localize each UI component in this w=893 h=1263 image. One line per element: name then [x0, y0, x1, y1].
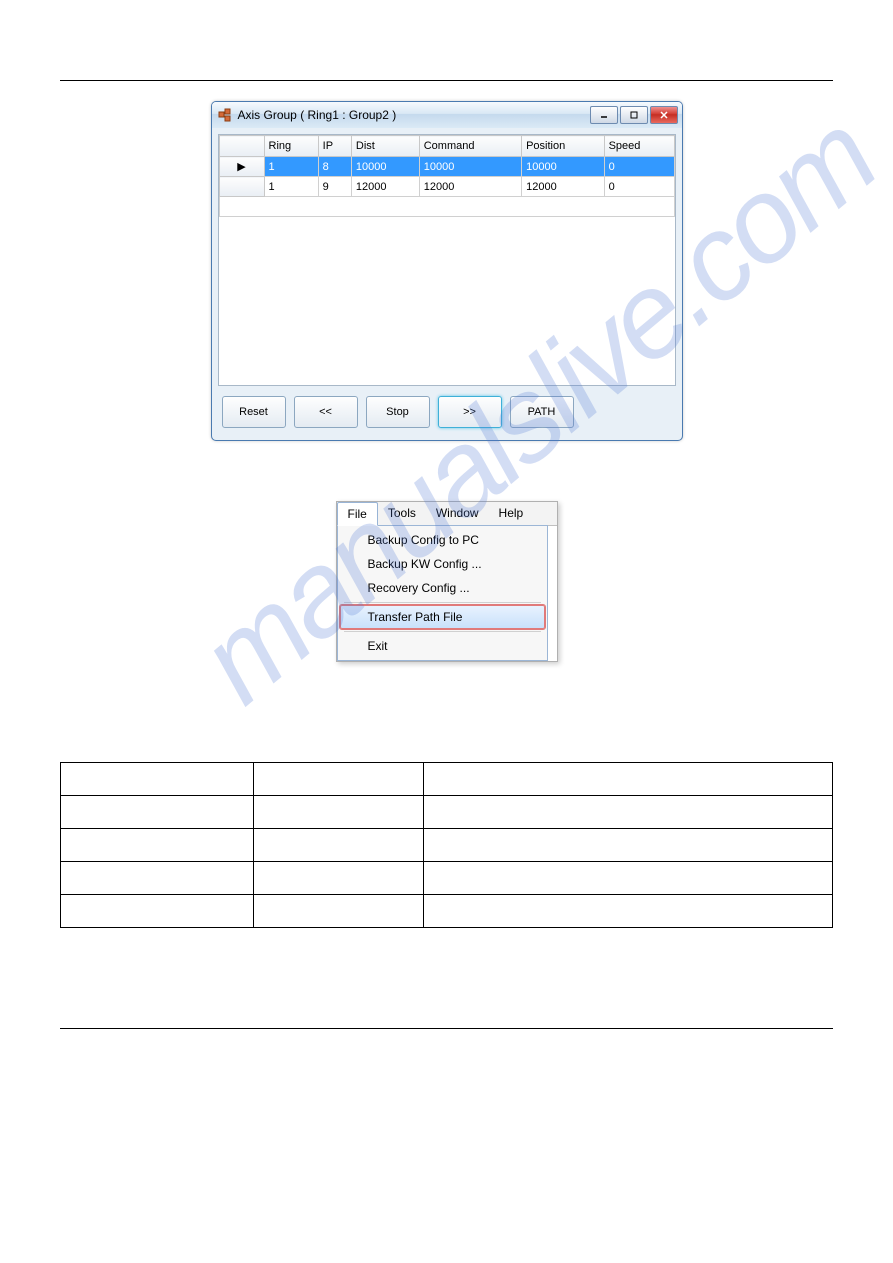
window-title: Axis Group ( Ring1 : Group2 ): [238, 108, 590, 122]
top-rule: [60, 80, 833, 81]
menu-backup-kw-config[interactable]: Backup KW Config ...: [340, 552, 545, 576]
cell-ring[interactable]: 1: [264, 157, 318, 177]
grid-empty-area: [219, 197, 674, 217]
maximize-button[interactable]: [620, 106, 648, 124]
cell-dist[interactable]: 10000: [351, 157, 419, 177]
titlebar[interactable]: Axis Group ( Ring1 : Group2 ): [212, 102, 682, 128]
cell-command[interactable]: 10000: [419, 157, 521, 177]
minimize-button[interactable]: [590, 106, 618, 124]
cell-ring[interactable]: 1: [264, 177, 318, 197]
forward-button[interactable]: >>: [438, 396, 502, 428]
table-row[interactable]: ▶ 1 8 10000 10000 10000 0: [219, 157, 674, 177]
grid-header-command[interactable]: Command: [419, 136, 521, 157]
grid-header-speed[interactable]: Speed: [604, 136, 674, 157]
cell-ip[interactable]: 8: [318, 157, 351, 177]
close-button[interactable]: [650, 106, 678, 124]
back-button[interactable]: <<: [294, 396, 358, 428]
menu-tools[interactable]: Tools: [378, 502, 426, 525]
menu-window[interactable]: Window: [426, 502, 489, 525]
grid-header-ring[interactable]: Ring: [264, 136, 318, 157]
grid-header-ip[interactable]: IP: [318, 136, 351, 157]
menu-file[interactable]: File: [337, 502, 378, 526]
menu-transfer-path-file[interactable]: Transfer Path File: [340, 605, 545, 629]
axis-group-window: Axis Group ( Ring1 : Group2 ) Ring IP Di…: [211, 101, 683, 441]
grid-header-dist[interactable]: Dist: [351, 136, 419, 157]
cell-command[interactable]: 12000: [419, 177, 521, 197]
table-row[interactable]: 1 9 12000 12000 12000 0: [219, 177, 674, 197]
menu-separator: [344, 602, 541, 603]
cell-position[interactable]: 12000: [522, 177, 604, 197]
cell-ip[interactable]: 9: [318, 177, 351, 197]
bottom-rule: [60, 1028, 833, 1029]
empty-table: [60, 762, 833, 928]
cell-dist[interactable]: 12000: [351, 177, 419, 197]
cell-speed[interactable]: 0: [604, 157, 674, 177]
window-icon: [218, 108, 232, 122]
grid-header-blank[interactable]: [219, 136, 264, 157]
row-marker[interactable]: [219, 177, 264, 197]
stop-button[interactable]: Stop: [366, 396, 430, 428]
menu-separator: [344, 631, 541, 632]
menu-recovery-config[interactable]: Recovery Config ...: [340, 576, 545, 600]
grid-header-position[interactable]: Position: [522, 136, 604, 157]
menubar[interactable]: File Tools Window Help: [337, 502, 557, 526]
reset-button[interactable]: Reset: [222, 396, 286, 428]
cell-position[interactable]: 10000: [522, 157, 604, 177]
path-button[interactable]: PATH: [510, 396, 574, 428]
cell-speed[interactable]: 0: [604, 177, 674, 197]
menu-help[interactable]: Help: [489, 502, 534, 525]
grid-header-row: Ring IP Dist Command Position Speed: [219, 136, 674, 157]
row-marker[interactable]: ▶: [219, 157, 264, 177]
file-dropdown: Backup Config to PC Backup KW Config ...…: [337, 525, 548, 661]
data-grid[interactable]: Ring IP Dist Command Position Speed ▶ 1 …: [218, 134, 676, 386]
menu-backup-config-pc[interactable]: Backup Config to PC: [340, 528, 545, 552]
file-menu-screenshot: File Tools Window Help Backup Config to …: [336, 501, 558, 662]
menu-exit[interactable]: Exit: [340, 634, 545, 658]
